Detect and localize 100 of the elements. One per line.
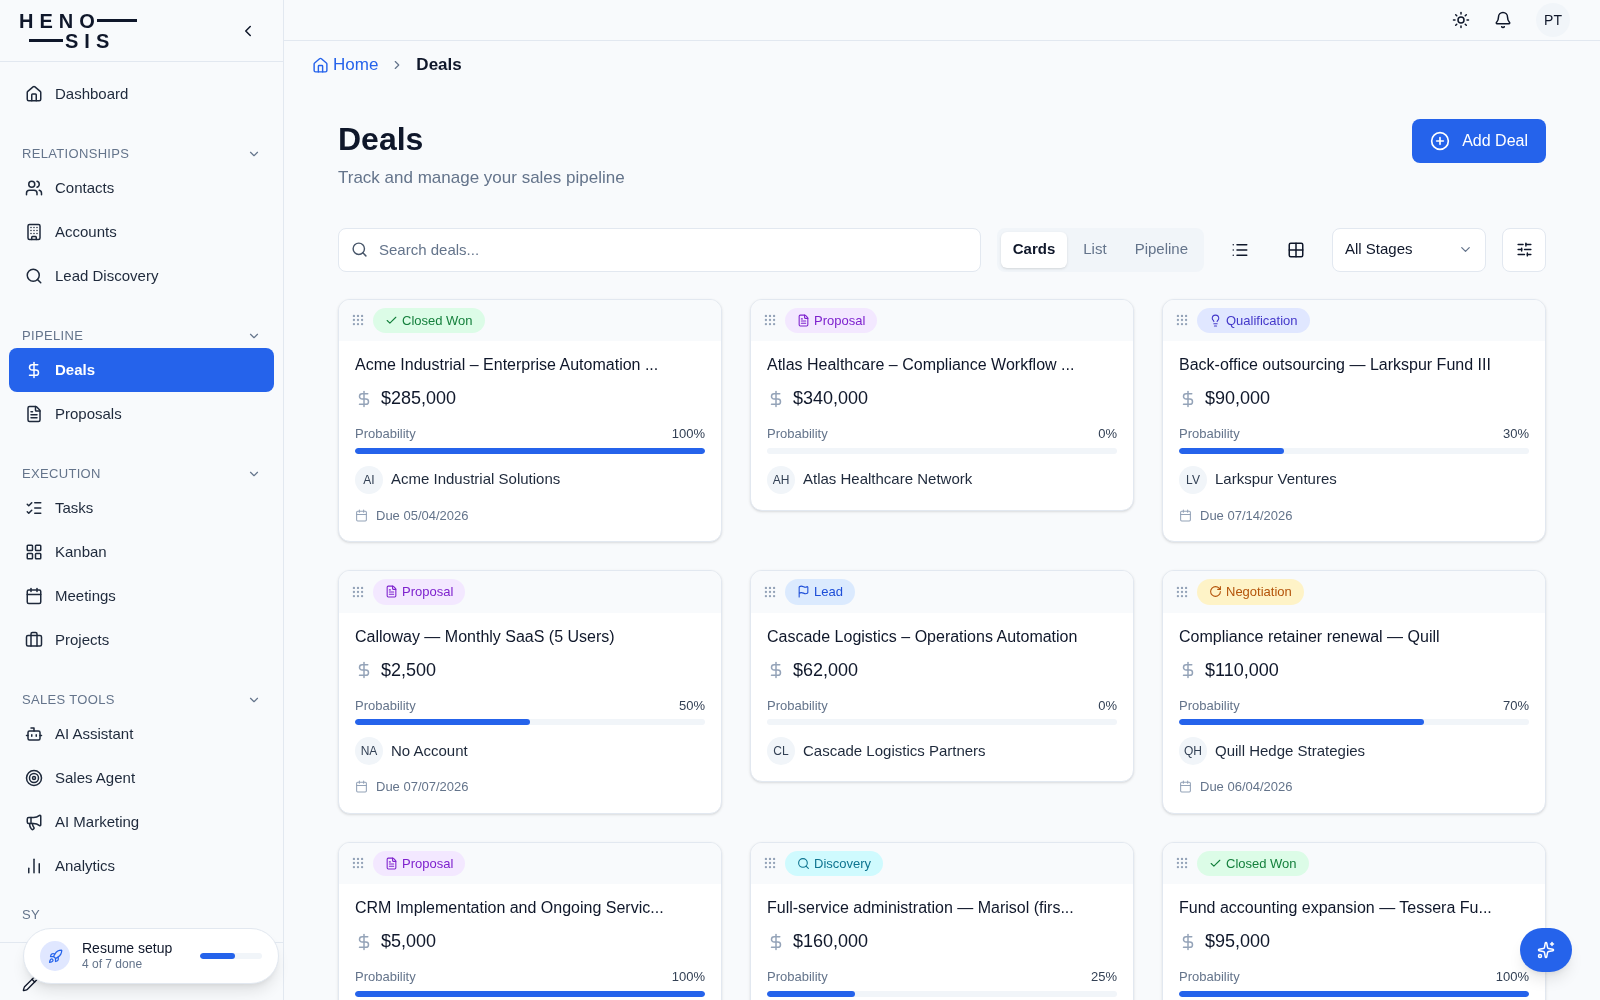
- calendar-icon: [355, 508, 368, 522]
- breadcrumb-link[interactable]: Home: [312, 52, 379, 78]
- page-subtitle: Track and manage your sales pipeline: [338, 167, 625, 189]
- add-deal-button[interactable]: Add Deal: [1412, 119, 1546, 163]
- stage-badge: Lead: [785, 579, 855, 605]
- deal-title: Back-office outsourcing — Larkspur Fund III: [1179, 355, 1492, 375]
- due-date: Due 07/07/2026: [376, 778, 469, 796]
- home-icon: [312, 56, 329, 74]
- view-tab[interactable]: List: [1071, 231, 1119, 268]
- drag-handle-icon[interactable]: [763, 856, 777, 871]
- drag-handle-icon[interactable]: [351, 313, 365, 328]
- due-date: Due 07/14/2026: [1200, 506, 1293, 525]
- drag-handle-icon[interactable]: [1175, 313, 1189, 328]
- deal-card[interactable]: Closed Won Fund accounting expansion — Tessera Fu... $95,000 Probability 100%: [1162, 841, 1546, 1000]
- sidebar-item[interactable]: Accounts: [9, 210, 274, 254]
- briefcase-icon: [25, 631, 43, 649]
- deal-card[interactable]: Proposal CRM Implementation and Ongoing Servic... $5,000 Probability 100%: [338, 841, 722, 1000]
- robot-icon: [25, 725, 43, 743]
- sidebar-item[interactable]: Kanban: [9, 530, 274, 574]
- account-initials: LV: [1179, 465, 1207, 494]
- sidebar-item[interactable]: Analytics: [9, 844, 274, 888]
- user-avatar[interactable]: PT: [1536, 3, 1570, 37]
- deal-title: Atlas Healthcare – Compliance Workflow ...: [767, 355, 1076, 375]
- sidebar-item[interactable]: Deals: [9, 348, 274, 392]
- deal-card[interactable]: Lead Cascade Logistics – Operations Automation $62,000 Probability 0% CL Cascade Logistics Partners: [750, 570, 1134, 782]
- deal-card[interactable]: Proposal Calloway — Monthly SaaS (5 Users) $2,500 Probability 50% NA No Account Due 07/07/2026: [338, 570, 722, 814]
- probability-value: 100%: [1495, 968, 1529, 986]
- due-date: Due 05/04/2026: [376, 506, 469, 525]
- section-title: RELATIONSHIPS: [22, 145, 130, 164]
- drag-handle-icon[interactable]: [1175, 856, 1189, 871]
- account-initials: QH: [1179, 737, 1207, 765]
- deal-title: CRM Implementation and Ongoing Servic...: [355, 898, 665, 918]
- view-tab[interactable]: Cards: [1000, 231, 1068, 268]
- section-title: SY: [22, 907, 40, 922]
- sidebar-item[interactable]: AI Assistant: [9, 712, 274, 756]
- home-icon: [25, 85, 43, 103]
- sidebar-item[interactable]: Projects: [9, 618, 274, 662]
- filter-settings-button[interactable]: [1502, 227, 1546, 272]
- deal-card[interactable]: Negotiation Compliance retainer renewal — Quill $110,000 Probability 70% QH Quill Hedge Strategies Due 06/04/2026: [1162, 570, 1546, 814]
- sidebar-item[interactable]: Proposals: [9, 392, 274, 436]
- probability-label: Probability: [1179, 968, 1240, 986]
- deal-card[interactable]: Discovery Full-service administration — Marisol (firs... $160,000 Probability 25%: [750, 841, 1134, 1000]
- setup-popup[interactable]: Resume setup 4 of 7 done: [23, 928, 279, 984]
- drag-handle-icon[interactable]: [1175, 584, 1189, 599]
- account-name: Larkspur Ventures: [1215, 469, 1337, 490]
- stage-badge: Proposal: [785, 307, 878, 333]
- search-field[interactable]: Search deals...: [338, 227, 981, 272]
- calendar-icon: [1179, 780, 1192, 794]
- deal-card[interactable]: Proposal Atlas Healthcare – Compliance Workflow ... $340,000 Probability 0% AH Atlas Healthcare Network: [750, 298, 1134, 511]
- view-tab[interactable]: Pipeline: [1122, 231, 1200, 268]
- document-icon: [797, 313, 810, 327]
- drag-handle-icon[interactable]: [351, 856, 365, 871]
- stage-badge: Proposal: [373, 579, 466, 605]
- rocket-icon: [47, 948, 63, 964]
- plus-circle-icon: [1430, 131, 1451, 151]
- sidebar-item[interactable]: Contacts: [9, 166, 274, 210]
- drag-handle-icon[interactable]: [763, 313, 777, 328]
- ai-assistant-button[interactable]: [1520, 928, 1572, 972]
- probability-value: 100%: [671, 968, 705, 986]
- probability-label: Probability: [1179, 696, 1240, 715]
- drag-handle-icon[interactable]: [351, 584, 365, 599]
- sidebar-item[interactable]: Lead Discovery: [9, 254, 274, 298]
- sidebar-item[interactable]: Sales Agent: [9, 756, 274, 800]
- deal-amount: $160,000: [793, 930, 869, 953]
- section-title: SALES TOOLS: [22, 691, 115, 710]
- probability-value: 30%: [1502, 425, 1529, 443]
- calendar-icon: [1179, 508, 1192, 522]
- lightbulb-icon: [1209, 313, 1222, 327]
- stage-badge: Qualification: [1197, 307, 1310, 333]
- search-icon: [797, 856, 810, 870]
- stage-filter-dropdown[interactable]: All Stages: [1332, 227, 1486, 272]
- probability-value: 100%: [671, 425, 705, 443]
- logo[interactable]: HENO SIS: [19, 10, 137, 51]
- notification-icon[interactable]: [1494, 11, 1512, 29]
- deal-title: Full-service administration — Marisol (firs...: [767, 898, 1075, 918]
- probability-value: 0%: [1098, 696, 1117, 715]
- stage-badge: Discovery: [785, 850, 884, 876]
- deal-title: Cascade Logistics – Operations Automation: [767, 626, 1079, 647]
- sidebar-item[interactable]: Dashboard: [9, 72, 274, 116]
- deal-title: Calloway — Monthly SaaS (5 Users): [355, 626, 616, 647]
- search-icon: [351, 240, 368, 258]
- deal-card[interactable]: Qualification Back-office outsourcing — Larkspur Fund III $90,000 Probability 30% LV Larkspur Ventures Due 07/14/2026: [1162, 298, 1546, 542]
- stage-badge: Negotiation: [1197, 579, 1304, 605]
- calendar-icon: [355, 780, 368, 794]
- sun-icon[interactable]: [1452, 11, 1470, 29]
- sidebar-item[interactable]: AI Marketing: [9, 800, 274, 844]
- probability-label: Probability: [767, 968, 828, 986]
- target-icon: [25, 769, 43, 787]
- breadcrumb-current: Deals: [416, 54, 462, 77]
- account-name: Acme Industrial Solutions: [391, 469, 561, 490]
- account-name: Cascade Logistics Partners: [803, 740, 986, 761]
- deal-card[interactable]: Closed Won Acme Industrial – Enterprise Automation ... $285,000 Probability 100% AI Acme Industrial Solutions Due 05/04/2026: [338, 298, 722, 542]
- sparkle-icon: [1537, 941, 1555, 959]
- sidebar-item[interactable]: Tasks: [9, 486, 274, 530]
- bar-chart-icon: [25, 857, 43, 875]
- account-name: No Account: [391, 740, 468, 761]
- drag-handle-icon[interactable]: [763, 584, 777, 599]
- account-initials: AH: [767, 465, 795, 494]
- sidebar-item[interactable]: Meetings: [9, 574, 274, 618]
- pencil-icon[interactable]: [22, 976, 38, 992]
